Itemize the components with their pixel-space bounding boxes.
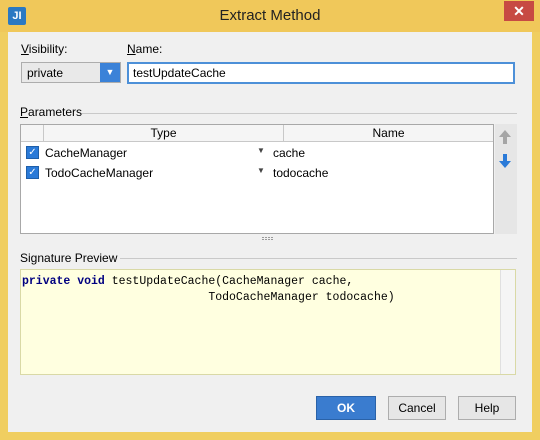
table-header: Type Name	[21, 125, 493, 142]
ok-button[interactable]: OK	[316, 396, 376, 420]
title-bar[interactable]: JI Extract Method ✕	[0, 0, 540, 32]
signature-code: private void testUpdateCache(CacheManage…	[22, 275, 395, 304]
chevron-down-icon[interactable]: ▼	[100, 63, 120, 82]
scrollbar[interactable]	[500, 270, 515, 374]
visibility-select[interactable]: private ▼	[21, 62, 121, 83]
param-type: TodoCacheManager	[45, 166, 154, 180]
chevron-down-icon[interactable]: ▼	[257, 146, 265, 155]
param-type: CacheManager	[45, 146, 128, 160]
visibility-value: private	[27, 66, 64, 80]
extract-method-dialog: JI Extract Method ✕ Visibility: Name: pr…	[0, 0, 540, 440]
divider	[82, 113, 517, 114]
splitter-handle[interactable]	[262, 237, 276, 241]
method-name-input[interactable]	[127, 62, 515, 84]
visibility-label: Visibility:	[21, 42, 68, 56]
header-check-column	[21, 125, 44, 141]
header-name[interactable]: Name	[284, 125, 493, 141]
close-button[interactable]: ✕	[504, 1, 534, 21]
chevron-down-icon[interactable]: ▼	[257, 166, 265, 175]
signature-preview-label: Signature Preview	[20, 251, 118, 265]
param-name[interactable]: todocache	[273, 166, 328, 180]
param-checkbox[interactable]: ✓	[26, 166, 39, 179]
header-type[interactable]: Type	[44, 125, 284, 141]
signature-preview: private void testUpdateCache(CacheManage…	[20, 269, 516, 375]
param-checkbox[interactable]: ✓	[26, 146, 39, 159]
name-label: Name:	[127, 42, 163, 56]
arrow-up-icon[interactable]	[499, 130, 511, 147]
parameters-label: Parameters	[20, 105, 83, 119]
arrow-down-icon[interactable]	[499, 154, 511, 171]
param-name[interactable]: cache	[273, 146, 305, 160]
parameters-table: Type Name ✓ CacheManager ▼ cache ✓ TodoC…	[20, 124, 494, 234]
table-row[interactable]: ✓ CacheManager ▼ cache	[21, 143, 493, 163]
cancel-button[interactable]: Cancel	[388, 396, 446, 420]
table-row[interactable]: ✓ TodoCacheManager ▼ todocache	[21, 163, 493, 183]
dialog-body: Visibility: Name: private ▼ Parameters T…	[8, 32, 532, 432]
dialog-title: Extract Method	[219, 7, 321, 24]
divider	[120, 258, 517, 259]
help-button[interactable]: Help	[458, 396, 516, 420]
reorder-toolbar	[495, 124, 517, 234]
